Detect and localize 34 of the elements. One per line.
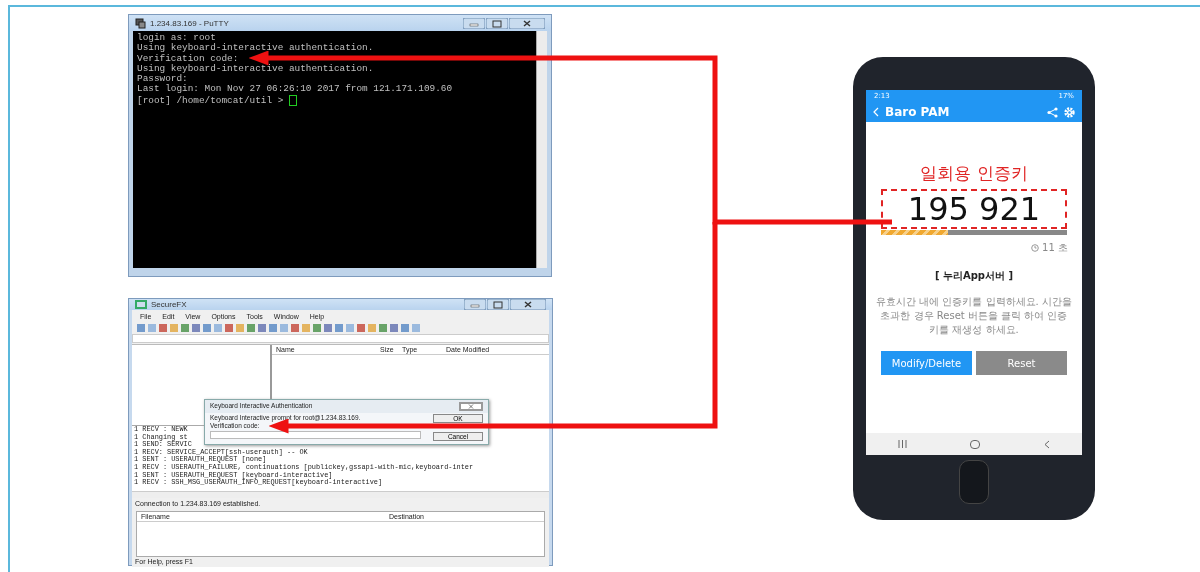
remaining-time: 11 초 <box>1042 241 1068 255</box>
otp-heading: 일회용 인증키 <box>920 162 1028 185</box>
window-title: SecureFX <box>151 300 188 309</box>
instruction-text: 유효시간 내에 인증키를 입력하세요. 시간을 초과한 경우 Reset 버튼을 클릭 하여 인증키를 재생성 하세요. <box>876 295 1072 337</box>
back-icon[interactable] <box>1044 439 1051 449</box>
terminal-app-icon <box>135 17 146 29</box>
home-button[interactable] <box>959 460 989 504</box>
close-icon[interactable] <box>509 17 545 29</box>
terminal-line: Last login: Mon Nov 27 06:26:10 2017 from 121.171.109.60 <box>137 84 454 95</box>
app-title: Baro PAM <box>885 105 951 119</box>
terminal-prompt: [root] /home/tomcat/util > <box>137 94 285 106</box>
address-bar[interactable] <box>132 334 549 343</box>
terminal-line: Using keyboard-interactive authentication. <box>137 63 375 74</box>
server-name: [ 누리App서버 ] <box>934 269 1014 283</box>
terminal-line: login as: root <box>137 33 217 43</box>
window-title: 1.234.83.169 - PuTTY <box>150 18 230 28</box>
share-icon[interactable] <box>1047 106 1058 118</box>
cursor-icon <box>288 94 297 106</box>
close-icon[interactable] <box>510 299 546 310</box>
settings-icon[interactable] <box>1064 106 1075 118</box>
terminal-line: Using keyboard-interactive authentication. <box>137 43 375 54</box>
clock-icon <box>1031 244 1040 252</box>
input-field[interactable] <box>210 431 421 439</box>
home-icon[interactable] <box>970 439 981 449</box>
toolbar-icons-drawing[interactable] <box>137 322 423 333</box>
maximize-icon[interactable] <box>486 17 508 29</box>
scrollbar[interactable] <box>536 31 547 268</box>
recent-apps-icon[interactable] <box>897 440 907 448</box>
maximize-icon[interactable] <box>487 299 509 310</box>
scrollbar[interactable] <box>132 491 549 498</box>
terminal-line: Password: <box>137 74 188 85</box>
minimize-icon[interactable] <box>463 17 485 29</box>
terminal-line: Verification code: <box>137 53 240 64</box>
minimize-icon[interactable] <box>464 299 486 310</box>
